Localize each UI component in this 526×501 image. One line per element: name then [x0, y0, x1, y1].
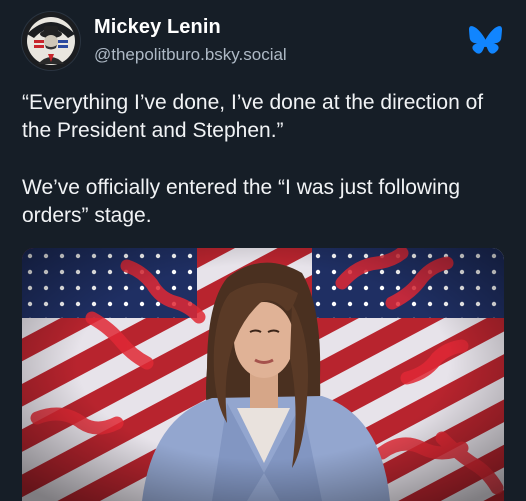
author-handle[interactable]: @thepolitburo.bsky.social [94, 45, 287, 65]
post-text-comment: We’ve officially entered the “I was just… [22, 176, 461, 227]
author-avatar[interactable] [22, 12, 80, 70]
author-display-name[interactable]: Mickey Lenin [94, 16, 221, 39]
avatar-portrait-icon [22, 12, 80, 70]
post-media-image[interactable] [22, 248, 504, 501]
post-text-quote: “Everything I’ve done, I’ve done at the … [22, 91, 484, 142]
post-card: Mickey Lenin @thepolitburo.bsky.social “… [0, 0, 526, 501]
bluesky-butterfly-icon[interactable] [469, 26, 502, 55]
